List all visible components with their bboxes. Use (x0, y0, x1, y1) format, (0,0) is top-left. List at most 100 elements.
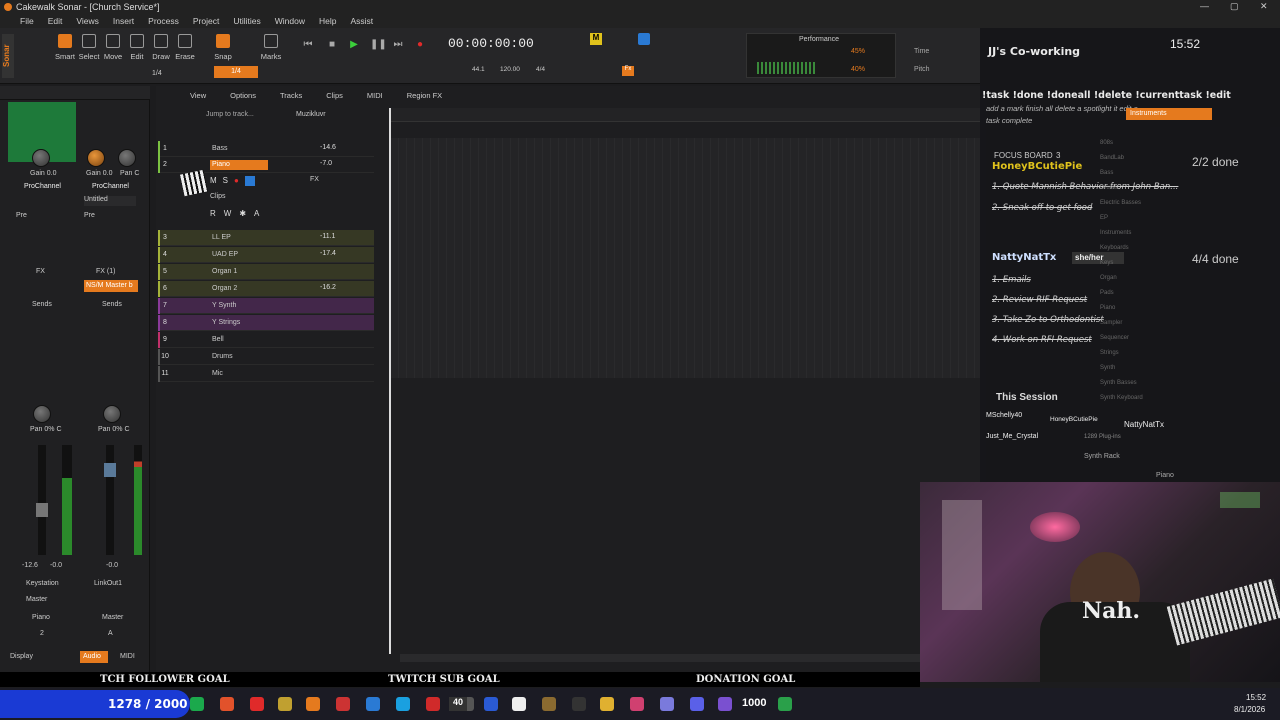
browser-item[interactable]: Sampler (1100, 320, 1250, 335)
arm-automation-button[interactable]: ✱ (239, 209, 246, 218)
app-icon-8[interactable] (660, 697, 674, 711)
stop-icon[interactable]: ■ (326, 40, 338, 50)
app-icon-1[interactable] (190, 697, 204, 711)
menu-edit[interactable]: Edit (48, 16, 63, 26)
browser-item[interactable]: Bass (1100, 170, 1250, 185)
input-echo-button[interactable] (244, 176, 255, 186)
midi-menu[interactable]: MIDI (367, 91, 383, 100)
pan-knob-track[interactable] (33, 405, 51, 423)
fader-master[interactable] (104, 445, 116, 555)
browser-item[interactable]: Synth (1100, 365, 1250, 380)
edge-icon[interactable] (366, 697, 380, 711)
piano-clips-select[interactable]: Clips (210, 193, 226, 200)
menu-window[interactable]: Window (275, 16, 305, 26)
track-row[interactable]: 9 Bell (158, 332, 374, 348)
track-row[interactable]: 8 Y Strings (158, 315, 374, 331)
input-select-track[interactable]: Keystation (26, 580, 59, 587)
jump-to-track-input[interactable]: Jump to track... (206, 111, 254, 118)
gain-knob-master[interactable] (87, 149, 105, 167)
pan-knob-master-top[interactable] (118, 149, 136, 167)
clips-pane[interactable] (390, 138, 980, 378)
marks-button[interactable]: Marks (258, 34, 284, 61)
track-name[interactable]: Organ 1 (210, 267, 268, 277)
track-name[interactable]: Mic (210, 369, 268, 379)
track-name[interactable]: Y Strings (210, 318, 268, 328)
metronome-button[interactable]: M (590, 33, 602, 45)
fx-label-track[interactable]: FX (36, 268, 45, 275)
folder-icon[interactable] (600, 697, 614, 711)
obs-icon[interactable] (306, 697, 320, 711)
options-menu[interactable]: Options (230, 91, 256, 100)
audio-tab[interactable]: Audio (80, 651, 108, 663)
solo-button[interactable]: S (223, 176, 228, 186)
app-icon-7[interactable] (630, 697, 644, 711)
browser-item[interactable]: 808s (1100, 140, 1250, 155)
browser-item[interactable]: Strings (1100, 350, 1250, 365)
edit-tool-button[interactable]: Edit (124, 34, 150, 61)
now-time-marker[interactable] (389, 108, 391, 654)
track-row[interactable]: 10 Drums (158, 349, 374, 365)
browser-item[interactable]: Piano (1100, 305, 1250, 320)
snap-value-select[interactable]: 1/4 (214, 66, 258, 78)
track-name[interactable]: Piano (210, 160, 268, 170)
maximize-icon[interactable]: ▢ (1230, 1, 1239, 12)
track-row[interactable]: 1 Bass -14.6 (158, 141, 374, 157)
region-fx-menu[interactable]: Region FX (407, 91, 442, 100)
app-icon-2[interactable] (426, 697, 440, 711)
write-automation-button[interactable]: W (224, 209, 232, 218)
app-icon-10[interactable] (718, 697, 732, 711)
track-row[interactable]: 4 UAD EP -17.4 (158, 247, 374, 263)
menu-insert[interactable]: Insert (113, 16, 134, 26)
browser-item[interactable]: Synth Keyboard (1100, 395, 1250, 410)
smart-tool-button[interactable]: Smart (52, 34, 78, 61)
instruments-tab[interactable]: Instruments (1126, 108, 1212, 120)
browser-item[interactable]: Sequencer (1100, 335, 1250, 350)
track-name[interactable]: Y Synth (210, 301, 268, 311)
tracks-menu[interactable]: Tracks (280, 91, 302, 100)
track-row[interactable]: 11 Mic (158, 366, 374, 382)
time-display[interactable]: 00:00:00:00 (448, 36, 544, 54)
display-tab[interactable]: Display (10, 653, 33, 660)
output-select-track[interactable]: Master (26, 596, 47, 603)
track-name[interactable]: Drums (210, 352, 268, 362)
browser-item[interactable]: Organ (1100, 275, 1250, 290)
timeline-ruler[interactable] (390, 108, 980, 122)
browser-item[interactable]: Keyboards (1100, 245, 1250, 260)
record-arm-button[interactable]: ● (234, 176, 239, 186)
synth-rack-item[interactable]: Piano (1156, 472, 1174, 479)
browser-item[interactable]: EP (1100, 215, 1250, 230)
play-icon[interactable]: ▶ (348, 40, 360, 50)
menu-help[interactable]: Help (319, 16, 336, 26)
app-icon-11[interactable] (778, 697, 792, 711)
close-icon[interactable]: ✕ (1260, 1, 1268, 12)
snap-button[interactable]: Snap (210, 34, 236, 61)
menu-utilities[interactable]: Utilities (233, 16, 260, 26)
app-icon-4[interactable] (512, 697, 526, 711)
piano-fx-bin[interactable]: FX (310, 176, 319, 183)
app-icon-9[interactable] (690, 697, 704, 711)
fader-handle-track[interactable] (36, 503, 48, 517)
prochannel-master[interactable]: ProChannel (92, 183, 129, 190)
fx-button[interactable]: Fx (622, 66, 634, 76)
track-name[interactable]: LL EP (210, 233, 268, 243)
automation-lanes-button[interactable]: A (254, 209, 259, 218)
move-tool-button[interactable]: Move (100, 34, 126, 61)
gain-knob-track[interactable] (32, 149, 50, 167)
browser-item[interactable]: BandLab (1100, 155, 1250, 170)
search-icon[interactable] (250, 697, 264, 711)
menu-assist[interactable]: Assist (350, 16, 373, 26)
track-row[interactable]: 6 Organ 2 -16.2 (158, 281, 374, 297)
pan-knob-master[interactable] (103, 405, 121, 423)
input-select-master[interactable]: LinkOut1 (94, 580, 122, 587)
browser-item[interactable]: Electric Basses (1100, 200, 1250, 215)
track-volume[interactable]: -17.4 (320, 250, 336, 257)
rewind-icon[interactable]: ⏮ (302, 40, 314, 50)
time-signature[interactable]: 4/4 (536, 66, 545, 73)
browser-item[interactable]: Synth Basses (1100, 380, 1250, 395)
erase-tool-button[interactable]: Erase (172, 34, 198, 61)
tool-icon[interactable] (278, 697, 292, 711)
photoshop-icon[interactable] (484, 697, 498, 711)
minimize-icon[interactable]: — (1200, 1, 1209, 11)
menu-file[interactable]: File (20, 16, 34, 26)
prochannel-preset[interactable]: Untitled (84, 196, 136, 206)
